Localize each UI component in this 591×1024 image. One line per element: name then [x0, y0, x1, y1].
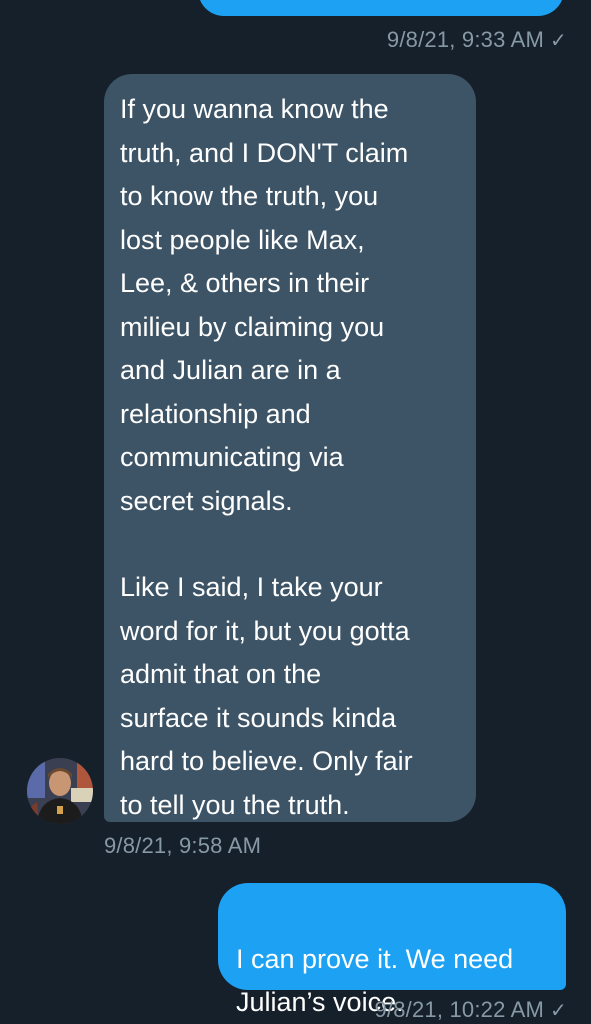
received-message-bubble[interactable]: If you wanna know the truth, and I DON'T…	[104, 74, 476, 822]
avatar[interactable]	[27, 758, 93, 824]
received-message-meta: 9/8/21, 9:58 AM	[104, 833, 261, 859]
message-paragraph: Like I said, I take your word for it, bu…	[120, 572, 413, 820]
sent-message-bubble[interactable]: I can prove it. We need Julian’s voice.	[218, 883, 566, 1017]
previous-sent-message-bubble[interactable]	[198, 0, 564, 16]
message-timestamp: 9/8/21, 9:33 AM	[386, 27, 545, 52]
message-paragraph: If you wanna know the truth, and I DON'T…	[120, 94, 409, 516]
check-icon: ✓	[550, 30, 567, 52]
dm-conversation: 9/8/21, 9:33 AM ✓ If you wanna know the t…	[0, 0, 591, 1024]
message-timestamp: 9/8/21, 10:22 AM	[374, 997, 545, 1022]
sent-message-meta: 9/8/21, 9:33 AM ✓	[387, 27, 567, 53]
avatar-image	[27, 758, 93, 824]
sent-message-meta: 9/8/21, 10:22 AM ✓	[374, 997, 567, 1023]
message-timestamp: 9/8/21, 9:58 AM	[104, 833, 262, 858]
check-icon: ✓	[550, 1000, 567, 1022]
